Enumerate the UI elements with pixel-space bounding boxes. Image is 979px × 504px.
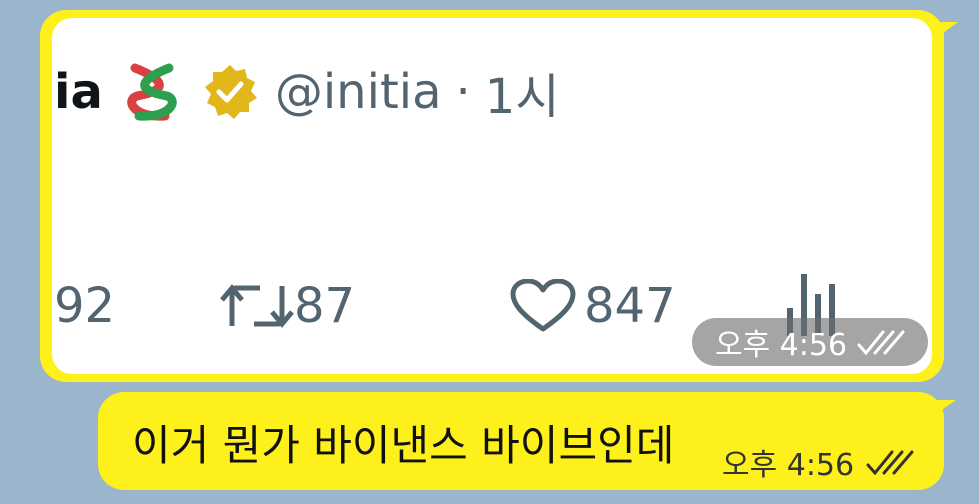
image-timestamp: 오후 4:56 (714, 328, 848, 363)
dot-separator: · (455, 64, 471, 120)
tweet-time: 1시 (484, 69, 560, 125)
message-timestamp: 오후 4:56 (722, 448, 855, 483)
tweet-header: ia @initia · 1시 (52, 62, 559, 125)
tweet-handle: @initia (274, 64, 442, 120)
tweet-screenshot[interactable]: ia @initia · 1시 92 87 847 오후 4:56 (52, 18, 932, 374)
message-timestamp-group: 오후 4:56 (722, 440, 914, 484)
text-message-bubble[interactable]: 이거 뭔가 바이낸스 바이브인데 오후 4:56 (98, 392, 956, 490)
message-text: 이거 뭔가 바이낸스 바이브인데 (132, 421, 675, 470)
retweet-group: 87 (220, 278, 355, 334)
bubble-tail (936, 22, 958, 38)
image-message-bubble[interactable]: ia @initia · 1시 92 87 847 오후 4:56 (40, 10, 958, 382)
retweet-icon (220, 284, 294, 328)
tweet-author-name: ia (54, 64, 103, 120)
image-timestamp-pill: 오후 4:56 (692, 318, 928, 366)
bubble-tail (936, 400, 956, 414)
knot-logo-icon (127, 63, 177, 121)
reply-count: 92 (54, 278, 116, 334)
reply-count-group: 92 (54, 278, 115, 334)
verified-badge-icon (204, 65, 257, 119)
double-check-icon (866, 450, 914, 475)
double-check-icon (857, 330, 905, 355)
like-count: 847 (584, 278, 676, 334)
retweet-count: 87 (294, 278, 356, 334)
heart-icon (510, 279, 576, 332)
like-group: 847 (510, 278, 676, 334)
